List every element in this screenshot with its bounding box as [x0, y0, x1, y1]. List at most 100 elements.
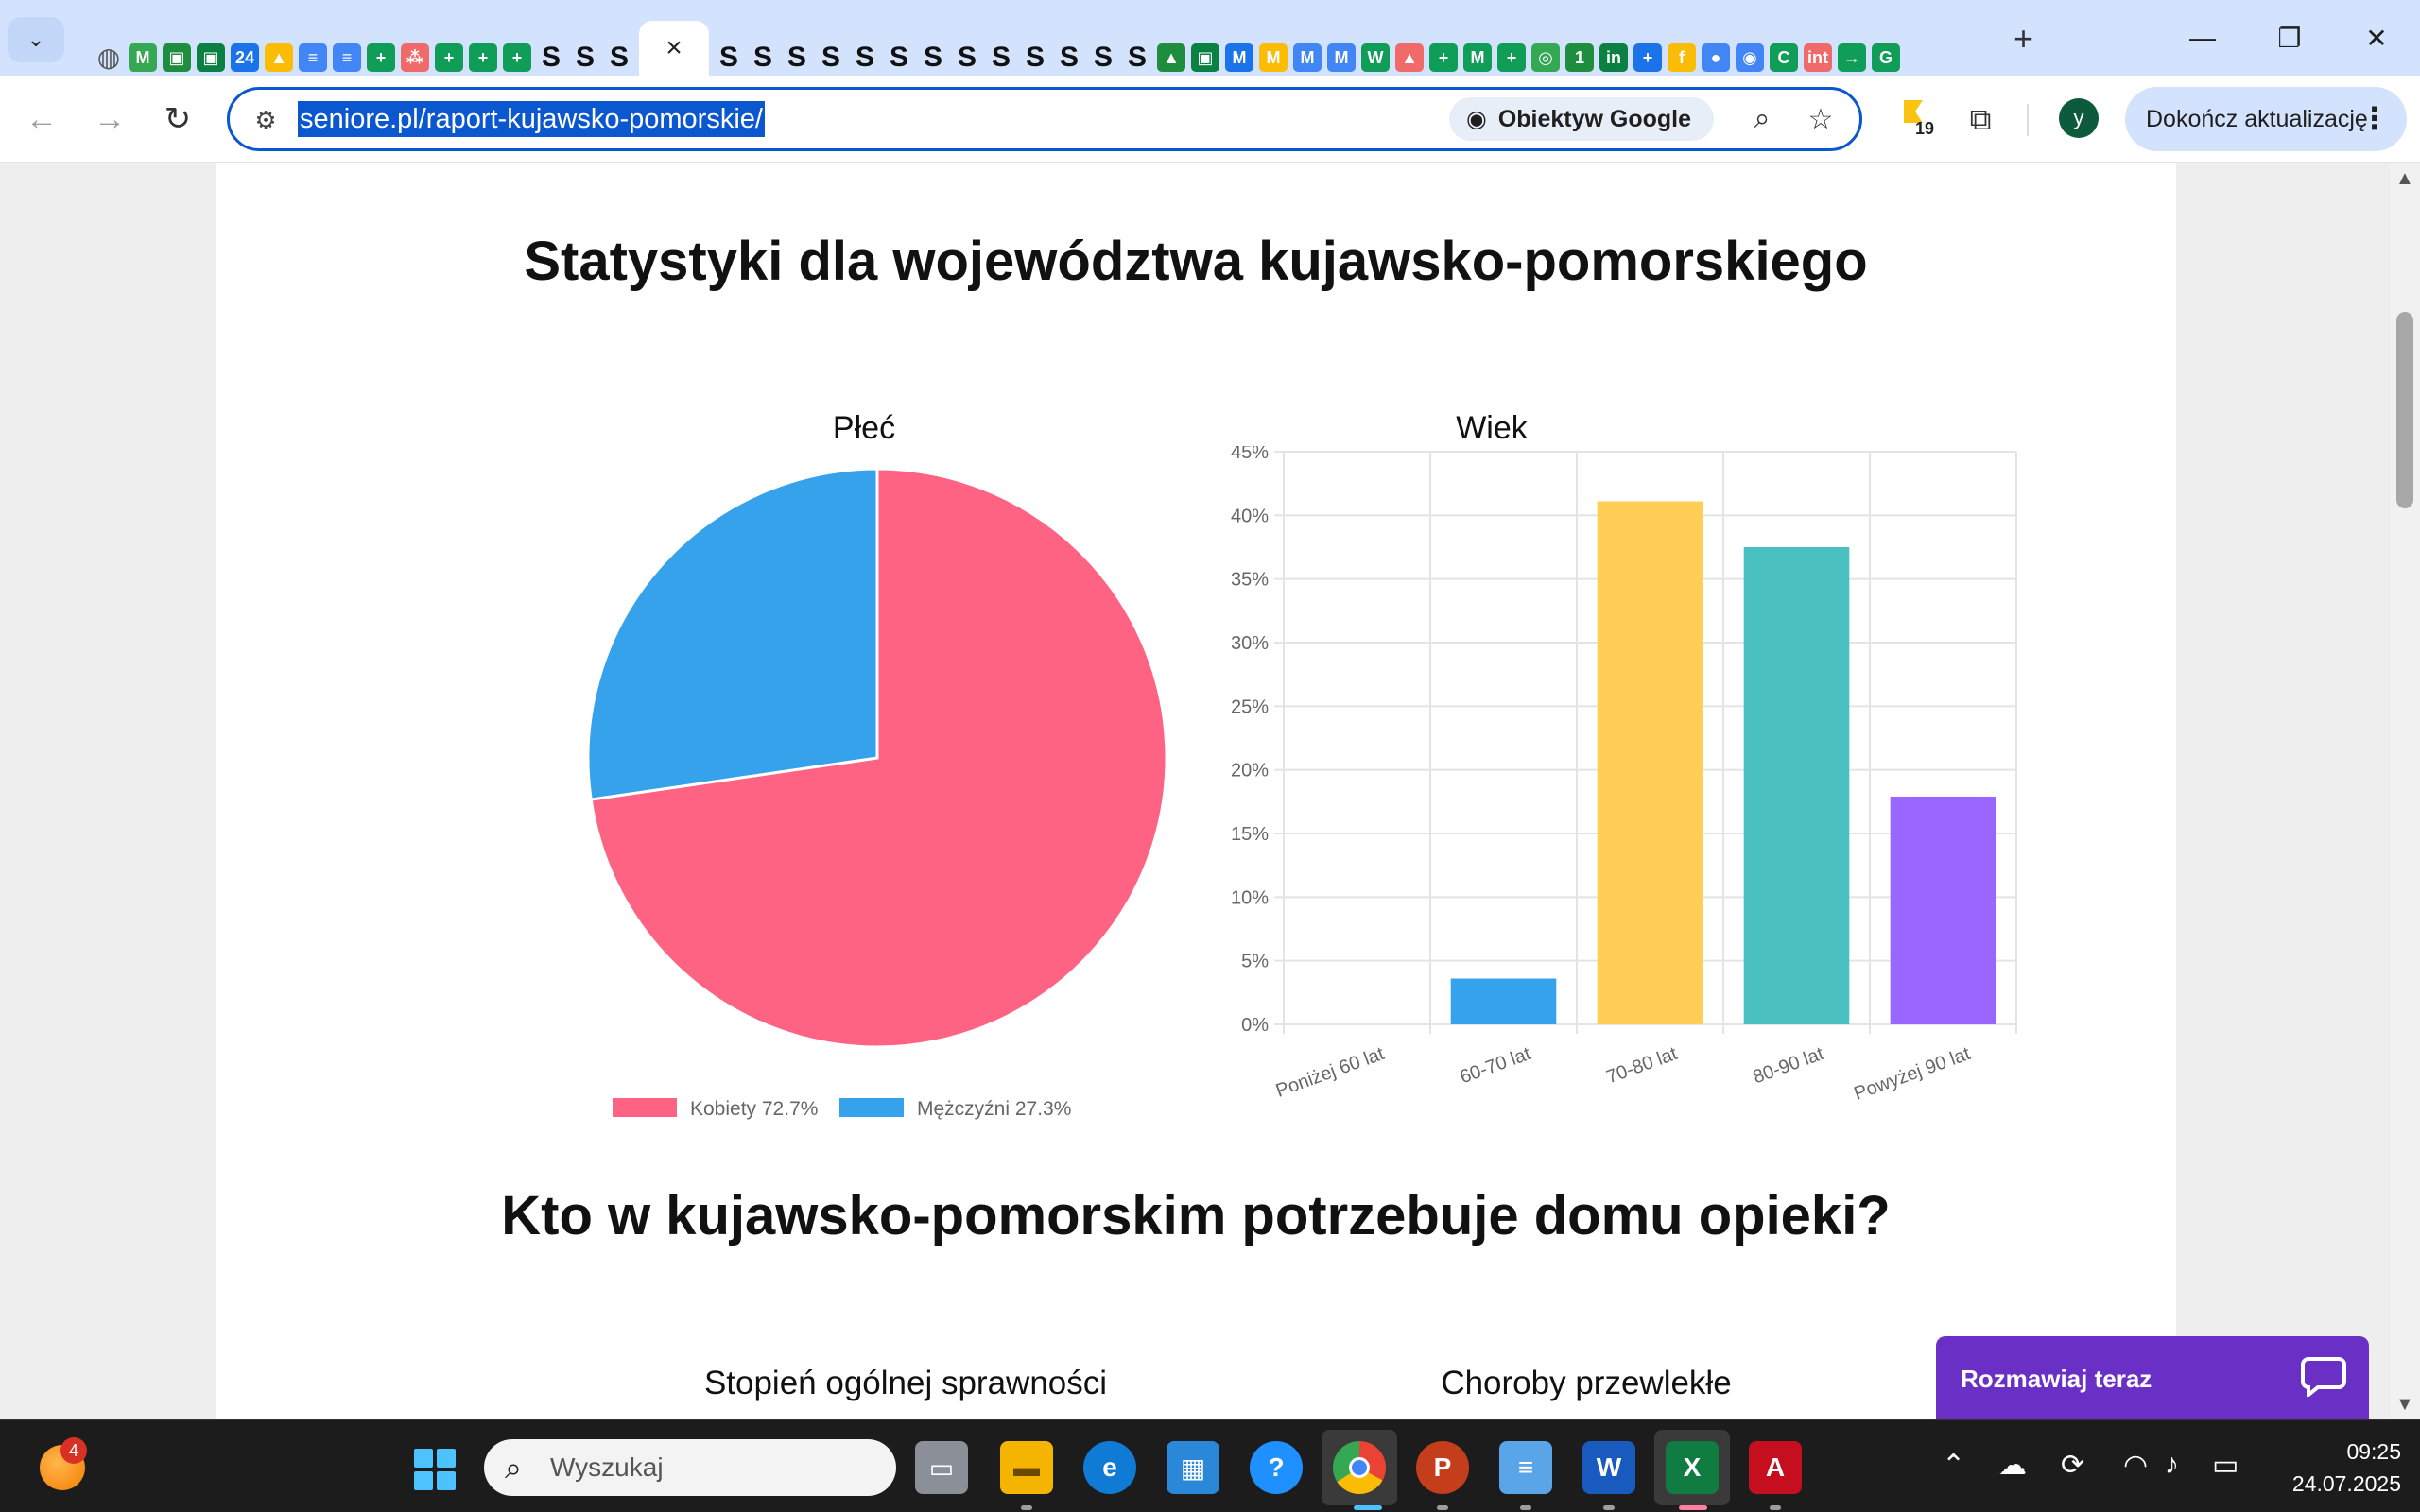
tab-search-button[interactable]: ⌄ [8, 17, 64, 62]
right-tab-favicon-icon[interactable]: S [749, 43, 777, 72]
edge-icon[interactable]: e [1083, 1441, 1136, 1494]
address-bar[interactable]: ⚙ seniore.pl/raport-kujawsko-pomorskie/ … [227, 87, 1862, 151]
left-tab-favicon-icon[interactable]: S [537, 43, 565, 72]
store-icon[interactable]: ▦ [1167, 1441, 1219, 1494]
google-lens-button[interactable]: ◉ Obiektyw Google [1449, 97, 1714, 141]
extensions-puzzle-icon[interactable]: ⧉ [1957, 96, 2004, 144]
left-tab-favicon-icon[interactable]: ≡ [333, 43, 361, 72]
right-tab-favicon-icon[interactable]: ◎ [1531, 43, 1560, 72]
help-icon[interactable]: ? [1250, 1441, 1303, 1494]
left-tab-favicon-icon[interactable]: S [571, 43, 599, 72]
extension-badge[interactable]: 19 [1900, 94, 1942, 142]
right-tab-favicon-icon[interactable]: ▲ [1157, 43, 1185, 72]
subsection-fitness-title: Stopień ogólnej sprawności [703, 1365, 1108, 1401]
left-tab-favicon-icon[interactable]: S [605, 43, 633, 72]
site-settings-icon[interactable]: ⚙ [249, 103, 283, 137]
right-tab-favicon-icon[interactable]: M [1225, 43, 1253, 72]
scroll-up-arrow-icon[interactable]: ▲ [2395, 168, 2414, 190]
right-tab-favicon-icon[interactable]: S [987, 43, 1015, 72]
right-tab-favicon-icon[interactable]: ▲ [1395, 43, 1424, 72]
restore-button[interactable]: ❐ [2246, 0, 2333, 76]
right-tab-favicon-icon[interactable]: C [1770, 43, 1798, 72]
active-tab[interactable]: × [639, 21, 709, 76]
forward-button[interactable]: → [85, 94, 134, 144]
file-explorer-icon[interactable]: ▬ [1000, 1441, 1053, 1494]
address-url[interactable]: seniore.pl/raport-kujawsko-pomorskie/ [298, 101, 765, 137]
right-tab-favicon-icon[interactable]: S [783, 43, 811, 72]
acrobat-icon[interactable]: A [1749, 1441, 1802, 1494]
profile-avatar[interactable]: y [2059, 98, 2099, 138]
right-tab-favicon-icon[interactable]: S [1123, 43, 1151, 72]
right-tab-favicon-icon[interactable]: M [1327, 43, 1356, 72]
left-tab-favicon-icon[interactable]: ▣ [163, 43, 191, 72]
left-tab-favicon-icon[interactable]: + [503, 43, 531, 72]
right-tab-favicon-icon[interactable]: M [1259, 43, 1288, 72]
back-button[interactable]: ← [17, 94, 66, 144]
right-tab-favicon-icon[interactable]: S [1021, 43, 1049, 72]
bookmark-star-icon[interactable]: ☆ [1801, 99, 1841, 139]
left-tab-favicon-icon[interactable]: ≡ [299, 43, 327, 72]
new-tab-button[interactable]: + [2014, 19, 2033, 59]
right-tab-favicon-icon[interactable]: + [1429, 43, 1458, 72]
clock-time: 09:25 [2346, 1439, 2401, 1464]
tray-chevron-icon[interactable]: ⌃ [1942, 1449, 1965, 1482]
right-tab-favicon-icon[interactable]: S [953, 43, 981, 72]
scroll-thumb[interactable] [2396, 312, 2413, 508]
wifi-icon[interactable]: ◠ [2123, 1449, 2148, 1482]
word-icon[interactable]: W [1582, 1441, 1635, 1494]
right-tab-favicon-icon[interactable]: S [851, 43, 879, 72]
start-button[interactable] [414, 1449, 456, 1490]
minimize-button[interactable]: — [2159, 0, 2246, 76]
task-view-icon[interactable]: ▭ [915, 1441, 968, 1494]
right-tab-favicon-icon[interactable]: ● [1702, 43, 1730, 72]
x-tick-label-3: 80-90 lat [1751, 1043, 1827, 1088]
close-tab-icon[interactable]: × [666, 32, 683, 64]
right-tab-favicon-icon[interactable]: S [1089, 43, 1117, 72]
right-tab-favicon-icon[interactable]: + [1497, 43, 1526, 72]
notepad-icon[interactable]: ≡ [1499, 1441, 1552, 1494]
globe-icon[interactable]: ◍ [95, 43, 123, 72]
right-tab-favicon-icon[interactable]: ◉ [1736, 43, 1764, 72]
right-tab-favicon-icon[interactable]: M [1463, 43, 1492, 72]
update-button[interactable]: Dokończ aktualizację ⋮ [2125, 87, 2407, 151]
battery-icon[interactable]: ▭ [2212, 1449, 2238, 1482]
left-tab-favicon-icon[interactable]: 24 [231, 43, 259, 72]
left-tab-favicon-icon[interactable]: + [469, 43, 497, 72]
sync-icon[interactable]: ⟳ [2061, 1449, 2084, 1482]
left-tab-favicon-icon[interactable]: ⁂ [401, 43, 429, 72]
right-tab-favicon-icon[interactable]: f [1668, 43, 1696, 72]
right-tab-favicon-icon[interactable]: S [715, 43, 743, 72]
left-tab-favicon-icon[interactable]: ▣ [197, 43, 225, 72]
right-tab-favicon-icon[interactable]: → [1838, 43, 1866, 72]
right-tab-favicon-icon[interactable]: S [919, 43, 947, 72]
left-tab-favicon-icon[interactable]: M [129, 43, 157, 72]
chrome-icon[interactable] [1333, 1441, 1386, 1494]
close-window-button[interactable]: ✕ [2333, 0, 2420, 76]
volume-icon[interactable]: ♪ [2165, 1449, 2179, 1481]
excel-icon[interactable]: X [1666, 1441, 1719, 1494]
right-tab-favicon-icon[interactable]: S [1055, 43, 1083, 72]
system-clock[interactable]: 09:25 24.07.2025 [2259, 1435, 2401, 1500]
zoom-icon[interactable]: ⌕ [1742, 99, 1782, 139]
right-tab-favicon-icon[interactable]: int [1804, 43, 1832, 72]
right-tab-favicon-icon[interactable]: S [817, 43, 845, 72]
right-tab-favicon-icon[interactable]: M [1293, 43, 1322, 72]
chat-widget[interactable]: Rozmawiaj teraz [1936, 1336, 2369, 1421]
right-tab-favicon-icon[interactable]: 1 [1565, 43, 1594, 72]
scroll-down-arrow-icon[interactable]: ▼ [2395, 1394, 2414, 1416]
onedrive-icon[interactable]: ☁ [1998, 1449, 2027, 1482]
taskbar-search[interactable]: ⌕ Wyszukaj [484, 1439, 896, 1496]
right-tab-favicon-icon[interactable]: G [1872, 43, 1900, 72]
reload-button[interactable]: ↻ [153, 94, 202, 144]
right-tab-favicon-icon[interactable]: in [1599, 43, 1628, 72]
page-scrollbar[interactable]: ▲ ▼ [2390, 163, 2420, 1419]
more-menu-icon[interactable]: ⋮ [2360, 100, 2390, 136]
right-tab-favicon-icon[interactable]: + [1634, 43, 1662, 72]
left-tab-favicon-icon[interactable]: ▲ [265, 43, 293, 72]
powerpoint-icon[interactable]: P [1416, 1441, 1469, 1494]
right-tab-favicon-icon[interactable]: ▣ [1191, 43, 1219, 72]
left-tab-favicon-icon[interactable]: + [435, 43, 463, 72]
left-tab-favicon-icon[interactable]: + [367, 43, 395, 72]
right-tab-favicon-icon[interactable]: S [885, 43, 913, 72]
right-tab-favicon-icon[interactable]: W [1361, 43, 1390, 72]
